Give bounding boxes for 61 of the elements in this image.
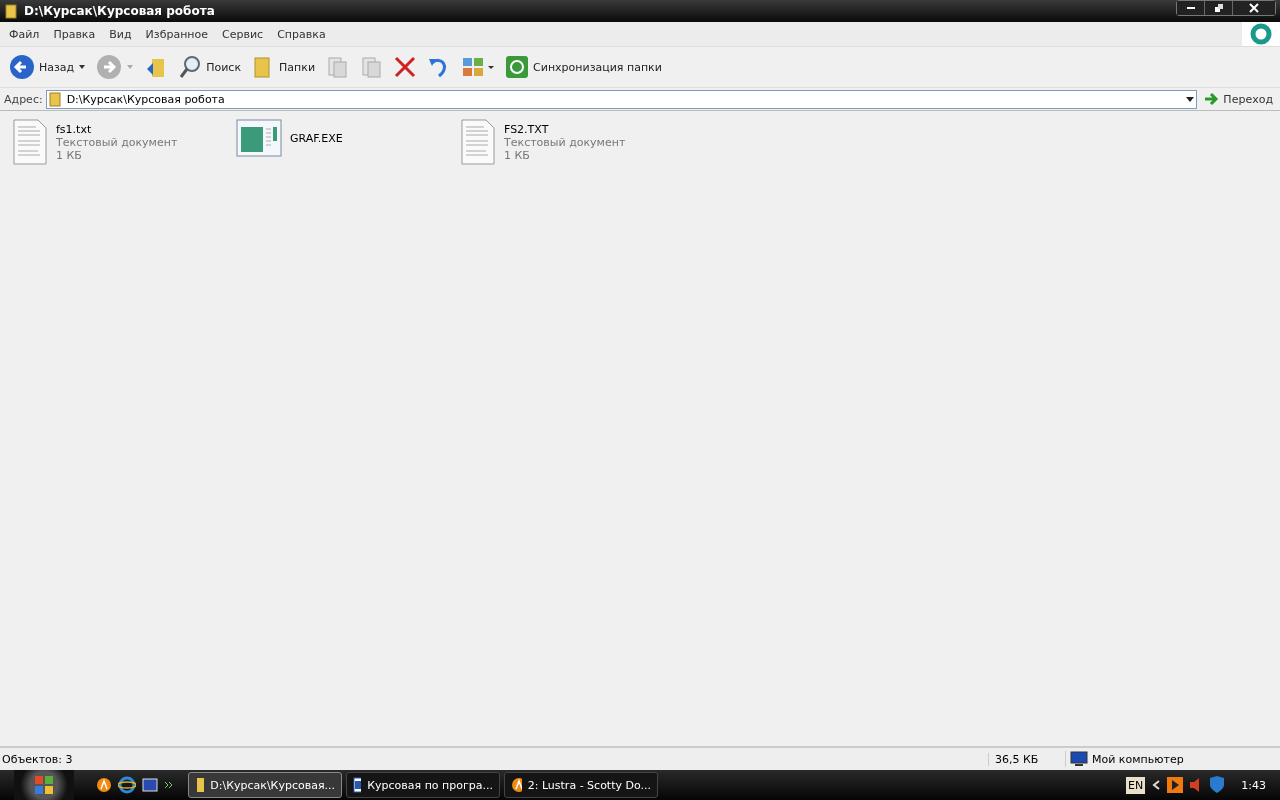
menu-item[interactable]: Вид [102, 27, 139, 41]
taskbar-button[interactable]: 2: Lustra - Scotty Do... [504, 772, 658, 798]
file-name[interactable]: FS2.TXT [504, 122, 626, 136]
program-window-icon [236, 119, 282, 157]
caret-icon [126, 64, 135, 70]
taskbar-button[interactable]: D:\Курсак\Курсовая... [188, 772, 342, 798]
language-indicator[interactable]: EN [1126, 776, 1146, 794]
text-file-icon [12, 119, 48, 165]
ring-logo-icon [1250, 23, 1272, 45]
sync-icon [505, 55, 530, 79]
menu-item[interactable]: Сервис [215, 27, 271, 41]
folder-icon [4, 3, 20, 19]
window-title: D:\Курсак\Курсовая робота [24, 4, 216, 18]
restore-icon [1213, 3, 1224, 13]
go-button[interactable]: Переход [1200, 91, 1276, 107]
right-arrow-icon [1203, 91, 1220, 107]
copy-to-icon [359, 55, 384, 79]
document-icon [353, 777, 362, 793]
search-button[interactable]: Поиск [175, 53, 245, 81]
file-size: 1 КБ [504, 148, 531, 162]
file-type: Текстовый документ [56, 135, 178, 149]
taskbar-button[interactable]: Курсовая по програ... [346, 772, 500, 798]
text-file-icon [460, 119, 496, 165]
minimize-icon [1186, 7, 1195, 9]
menu-item[interactable]: Избранное [138, 27, 216, 41]
chevron-left-icon[interactable] [1151, 779, 1162, 791]
menu-item[interactable]: Правка [46, 27, 103, 41]
status-text: Объектов: 3 [1, 752, 74, 766]
caret-icon [78, 64, 87, 70]
views-icon [461, 55, 496, 79]
minimize-button[interactable] [1177, 1, 1205, 15]
browser-icon[interactable] [118, 776, 136, 794]
delete-icon [393, 55, 418, 79]
folder-icon [46, 91, 63, 107]
windows-logo-icon [33, 774, 55, 796]
file-name[interactable]: GRAF.EXE [290, 131, 343, 145]
monitor-icon [1070, 751, 1088, 767]
file-type: Текстовый документ [504, 135, 626, 149]
back-button[interactable]: Назад [6, 52, 90, 82]
close-icon [1249, 3, 1259, 13]
clock: 1:43 [1241, 778, 1266, 792]
menu-item[interactable]: Справка [270, 27, 333, 41]
shield-icon[interactable] [1209, 776, 1226, 794]
address-field[interactable]: D:\Курсак\Курсовая робота [45, 89, 1198, 109]
chevron-icon[interactable] [164, 780, 174, 790]
search-icon [178, 55, 203, 79]
move-to-icon [325, 55, 350, 79]
restore-button[interactable] [1205, 1, 1233, 15]
start-button[interactable] [14, 770, 74, 800]
folders-button[interactable]: Папки [248, 53, 319, 81]
status-size: 36,5 КБ [988, 752, 1065, 766]
status-location: Мой компьютер [1092, 752, 1184, 766]
file-size: 1 КБ [56, 148, 83, 162]
close-button[interactable] [1233, 1, 1275, 15]
file-name[interactable]: fs1.txt [56, 122, 178, 136]
play-icon[interactable] [1167, 777, 1184, 793]
address-label: Адрес: [4, 92, 43, 106]
desktop-icon[interactable] [142, 777, 158, 793]
menu-item[interactable]: Файл [2, 27, 47, 41]
sync-button[interactable]: Синхронизация папки [502, 53, 665, 81]
folder-icon [195, 777, 205, 793]
